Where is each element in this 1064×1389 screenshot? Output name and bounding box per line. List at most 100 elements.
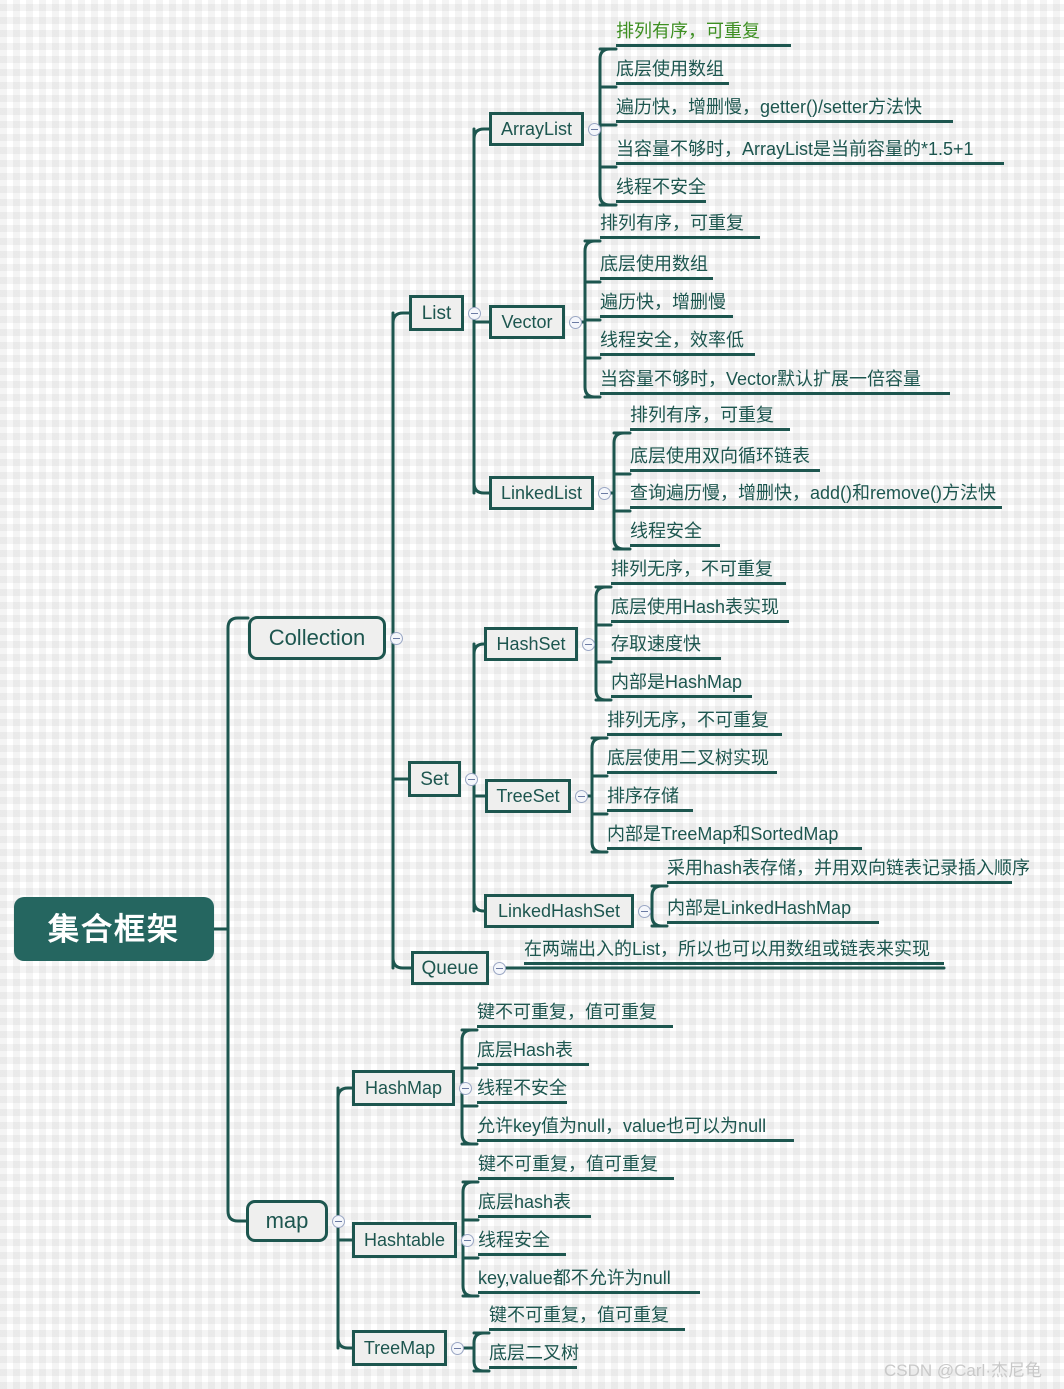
node-arraylist[interactable]: ArrayList [489,112,584,146]
leaf-underline [611,582,786,585]
leaf-hashtable-2[interactable]: 线程安全 [478,1231,566,1261]
leaf-label: 遍历快，增删慢 [600,292,726,312]
link-LinkedHashSet-spine-v [650,884,664,928]
leaf-linkedlist-0[interactable]: 排列有序，可重复 [630,406,790,436]
leaf-underline [667,881,1012,884]
link-Set-LinkedHashSet [472,899,486,913]
leaf-label: 线程安全 [478,1230,550,1250]
leaf-hashset-0[interactable]: 排列无序，不可重复 [611,560,786,590]
node-queue[interactable]: Queue [411,951,489,985]
node-linkedlist[interactable]: LinkedList [489,476,594,510]
leaf-vector-2[interactable]: 遍历快，增删慢 [600,293,733,323]
branch-node-map[interactable]: map [246,1200,328,1242]
leaf-vector-1[interactable]: 底层使用数组 [600,255,713,285]
leaf-label: 底层hash表 [478,1192,572,1212]
leaf-underline [611,620,789,623]
leaf-treeset-2[interactable]: 排序存储 [607,787,693,817]
node-hashmap[interactable]: HashMap [352,1070,455,1106]
leaf-hashtable-3[interactable]: key,value都不允许为null [478,1269,700,1299]
node-hashset[interactable]: HashSet [484,627,578,661]
node-vector[interactable]: Vector [489,305,565,339]
leaf-linkedlist-3[interactable]: 线程安全 [630,522,720,552]
node-hashtable[interactable]: Hashtable [352,1222,457,1258]
toggle-queue[interactable] [493,962,506,975]
watermark: CSDN @Carl·杰尼龟 [884,1361,1042,1380]
toggle-hashset[interactable] [582,638,595,651]
leaf-vector-0[interactable]: 排列有序，可重复 [600,214,760,244]
toggle-hashtable[interactable] [461,1234,474,1247]
leaf-hashmap-3[interactable]: 允许key值为null，value也可以为null [477,1117,794,1147]
leaf-hashtable-1[interactable]: 底层hash表 [478,1193,591,1223]
toggle-arraylist[interactable] [588,123,601,136]
toggle-set[interactable] [465,773,478,786]
node-treeset[interactable]: TreeSet [485,779,571,813]
leaf-label: 线程不安全 [477,1078,567,1098]
leaf-linkedhashset-1[interactable]: 内部是LinkedHashMap [667,899,879,929]
leaf-label: 线程安全 [630,521,702,541]
link-collection-Queue [391,956,413,970]
toggle-hashmap[interactable] [459,1082,472,1095]
leaf-arraylist-3[interactable]: 当容量不够时，ArrayList是当前容量的*1.5+1 [616,140,1004,170]
link-collection-list-top [391,311,411,325]
toggle-linkedlist[interactable] [598,487,611,500]
leaf-hashmap-0[interactable]: 键不可重复，值可重复 [477,1003,673,1033]
leaf-hashmap-2[interactable]: 线程不安全 [477,1079,567,1109]
leaf-hashset-3[interactable]: 内部是HashMap [611,673,752,703]
leaf-linkedlist-2[interactable]: 查询遍历慢，增删快，add()和remove()方法快 [630,484,1002,514]
leaf-hashset-1[interactable]: 底层使用Hash表实现 [611,598,789,628]
leaf-underline [616,162,1004,165]
leaf-label: 排列无序，不可重复 [607,710,769,730]
node-list[interactable]: List [409,295,464,331]
leaf-hashmap-1[interactable]: 底层Hash表 [477,1041,589,1071]
leaf-treeset-3[interactable]: 内部是TreeMap和SortedMap [607,825,862,855]
toggle-linkedhashset[interactable] [638,905,651,918]
node-linkedhashset[interactable]: LinkedHashSet [484,894,634,928]
leaf-vector-3[interactable]: 线程安全，效率低 [600,331,755,361]
toggle-collection[interactable] [390,632,403,645]
mindmap-canvas: 集合框架 Collection map List Set Queue ArrayList Ve… [0,0,1064,1389]
leaf-treemap-1[interactable]: 底层二叉树 [489,1344,579,1374]
leaf-underline [478,1177,674,1180]
link-List-LinkedList [472,481,491,495]
leaf-linkedhashset-0[interactable]: 采用hash表存储，并用双向链表记录插入顺序 [667,859,1030,889]
leaf-vector-4[interactable]: 当容量不够时，Vector默认扩展一倍容量 [600,370,950,400]
root-node-collection-framework[interactable]: 集合框架 [14,897,214,961]
toggle-treeset[interactable] [575,790,588,803]
leaf-treeset-0[interactable]: 排列无序，不可重复 [607,711,782,741]
node-set[interactable]: Set [408,761,461,797]
leaf-label: 内部是TreeMap和SortedMap [607,824,839,844]
leaf-hashset-2[interactable]: 存取速度快 [611,635,721,665]
leaf-underline [477,1139,794,1142]
leaf-underline [477,1101,567,1104]
toggle-list[interactable] [468,307,481,320]
leaf-treeset-1[interactable]: 底层使用二叉树实现 [607,749,777,779]
toggle-vector[interactable] [569,316,582,329]
leaf-label: 排列无序，不可重复 [611,559,773,579]
leaf-underline [477,1063,589,1066]
leaf-linkedlist-1[interactable]: 底层使用双向循环链表 [630,447,820,477]
node-treemap[interactable]: TreeMap [352,1330,447,1366]
leaf-arraylist-0[interactable]: 排列有序，可重复 [616,22,791,52]
leaf-treemap-0[interactable]: 键不可重复，值可重复 [489,1306,685,1336]
leaf-label: 底层使用Hash表实现 [611,597,780,617]
link-map-hashmap [336,1086,354,1100]
leaf-arraylist-1[interactable]: 底层使用数组 [616,60,729,90]
leaf-queue-0[interactable]: 在两端出入的List，所以也可以用数组或链表来实现 [524,940,944,970]
branch-node-collection[interactable]: Collection [248,616,386,660]
leaf-label: 排列有序，可重复 [630,405,774,425]
toggle-map[interactable] [332,1215,345,1228]
leaf-label: 键不可重复，值可重复 [478,1154,658,1174]
leaf-arraylist-4[interactable]: 线程不安全 [616,178,706,208]
leaf-label: 排列有序，可重复 [616,21,760,41]
leaf-underline [600,392,950,395]
leaf-underline [478,1253,566,1256]
link-root-collection [212,616,250,931]
leaf-underline [630,544,720,547]
link-Vector-spine-v [583,239,597,399]
leaf-arraylist-2[interactable]: 遍历快，增删慢，getter()/setter方法快 [616,98,953,128]
leaf-label: 线程安全，效率低 [600,330,744,350]
leaf-label: 底层使用二叉树实现 [607,748,769,768]
toggle-treemap[interactable] [451,1342,464,1355]
leaf-underline [477,1025,673,1028]
leaf-hashtable-0[interactable]: 键不可重复，值可重复 [478,1155,674,1185]
